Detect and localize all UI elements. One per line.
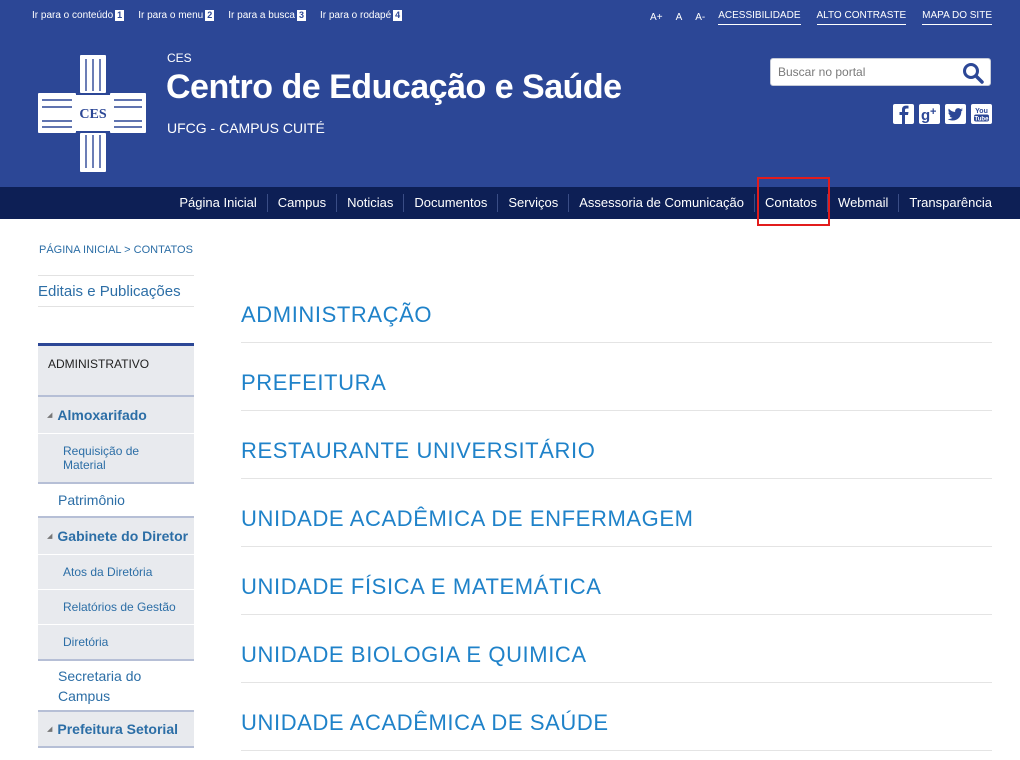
search-box [770, 58, 991, 86]
svg-text:+: + [930, 106, 936, 118]
site-map-link[interactable]: MAPA DO SITE [922, 10, 992, 25]
sidebar-menu: ADMINISTRATIVO ◢ Almoxarifado Requisição… [38, 343, 194, 748]
sidebar-group-almoxarifado[interactable]: ◢ Almoxarifado [38, 395, 194, 433]
facebook-icon[interactable] [893, 104, 914, 124]
font-increase-button[interactable]: A+ [650, 12, 663, 23]
site-header: Ir para o conteúdo 1 Ir para o menu 2 Ir… [0, 0, 1020, 187]
accessibility-link[interactable]: ACESSIBILIDADE [718, 10, 801, 25]
skip-to-footer-link[interactable]: Ir para o rodapé 4 [320, 10, 403, 21]
svg-text:Tube: Tube [975, 116, 990, 122]
contacts-list: ADMINISTRAÇÃO PREFEITURA RESTAURANTE UNI… [241, 275, 992, 751]
nav-item-assessoria[interactable]: Assessoria de Comunicação [568, 194, 754, 212]
nav-item-pagina-inicial[interactable]: Página Inicial [169, 194, 266, 212]
high-contrast-link[interactable]: ALTO CONTRASTE [816, 10, 907, 25]
svg-text:g: g [921, 107, 930, 124]
nav-item-noticias[interactable]: Noticias [336, 194, 403, 212]
nav-item-campus[interactable]: Campus [266, 194, 336, 212]
sidebar-header: ADMINISTRATIVO [38, 343, 194, 395]
breadcrumb[interactable]: PÁGINA INICIAL > CONTATOS [39, 244, 193, 256]
font-reset-button[interactable]: A [676, 12, 683, 23]
logo-text: CES [79, 107, 106, 122]
sidebar-item-requisicao[interactable]: Requisição de Material [38, 433, 194, 482]
accessibility-controls: A+ A A- ACESSIBILIDADE ALTO CONTRASTE MA… [650, 10, 992, 25]
section-biologia-quimica[interactable]: UNIDADE BIOLOGIA E QUIMICA [241, 615, 992, 683]
nav-item-documentos[interactable]: Documentos [403, 194, 497, 212]
skip-to-search-link[interactable]: Ir para a busca 3 [228, 10, 306, 21]
google-plus-icon[interactable]: g + [919, 104, 940, 124]
sidebar-group-gabinete[interactable]: ◢ Gabinete do Diretor [38, 516, 194, 554]
section-restaurante[interactable]: RESTAURANTE UNIVERSITÁRIO [241, 411, 992, 479]
expand-triangle-icon: ◢ [47, 533, 53, 540]
section-saude[interactable]: UNIDADE ACADÊMICA DE SAÚDE [241, 683, 992, 751]
site-title[interactable]: Centro de Educação e Saúde [166, 68, 622, 107]
section-administracao[interactable]: ADMINISTRAÇÃO [241, 275, 992, 343]
nav-item-webmail[interactable]: Webmail [827, 194, 898, 212]
search-icon[interactable] [962, 62, 984, 84]
expand-triangle-icon: ◢ [47, 412, 53, 419]
sidebar-item-atos[interactable]: Atos da Diretória [38, 554, 194, 589]
ces-logo[interactable]: CES [38, 55, 146, 172]
main-nav: Página Inicial Campus Noticias Documento… [0, 187, 1020, 219]
contatos-highlight-box [757, 177, 830, 226]
sidebar-item-diretoria[interactable]: Diretória [38, 624, 194, 659]
search-input[interactable] [771, 59, 951, 85]
svg-text:You: You [975, 108, 988, 115]
section-prefeitura[interactable]: PREFEITURA [241, 343, 992, 411]
sidebar-editais-link[interactable]: Editais e Publicações [38, 275, 194, 307]
skip-to-menu-link[interactable]: Ir para o menu 2 [138, 10, 215, 21]
twitter-icon[interactable] [945, 104, 966, 124]
nav-item-servicos[interactable]: Serviços [497, 194, 568, 212]
skip-links: Ir para o conteúdo 1 Ir para o menu 2 Ir… [32, 10, 403, 21]
site-subtitle: UFCG - CAMPUS CUITÉ [167, 120, 325, 136]
org-acronym: CES [167, 51, 192, 65]
expand-triangle-icon: ◢ [47, 726, 53, 733]
section-enfermagem[interactable]: UNIDADE ACADÊMICA DE ENFERMAGEM [241, 479, 992, 547]
social-links: g + You Tube [893, 104, 992, 124]
sidebar-item-relatorios[interactable]: Relatórios de Gestão [38, 589, 194, 624]
sidebar-item-patrimonio[interactable]: Patrimônio [38, 482, 194, 516]
sidebar-item-secretaria[interactable]: Secretaria do Campus [38, 659, 194, 710]
font-decrease-button[interactable]: A- [695, 12, 705, 23]
skip-to-content-link[interactable]: Ir para o conteúdo 1 [32, 10, 125, 21]
sidebar-group-prefeitura[interactable]: ◢ Prefeitura Setorial [38, 710, 194, 748]
nav-item-transparencia[interactable]: Transparência [898, 194, 992, 212]
youtube-icon[interactable]: You Tube [971, 104, 992, 124]
section-fisica-matematica[interactable]: UNIDADE FÍSICA E MATEMÁTICA [241, 547, 992, 615]
